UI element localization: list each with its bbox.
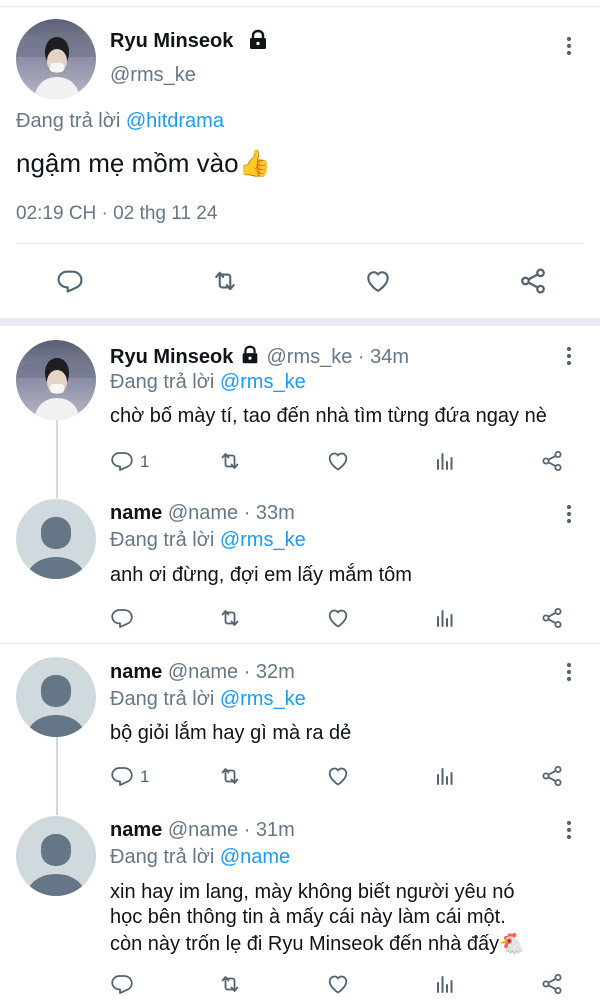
author-name[interactable]: Ryu Minseok	[110, 346, 233, 368]
reply-header: name @name · 31m	[110, 819, 295, 842]
thread-line	[56, 420, 58, 498]
thread-line	[56, 737, 58, 815]
share-icon[interactable]	[518, 266, 548, 296]
like-icon[interactable]	[326, 764, 350, 788]
reply-text-line: xin hay im lang, mày không biết người yê…	[110, 881, 515, 903]
analytics-icon[interactable]	[433, 764, 457, 788]
replying-to-line: Đang trả lời @name	[110, 846, 290, 869]
retweet-icon[interactable]	[210, 267, 240, 295]
replying-to-link[interactable]: @name	[220, 846, 290, 868]
replying-to-link[interactable]: @rms_ke	[220, 371, 306, 393]
author-handle[interactable]: @rms_ke	[266, 346, 352, 368]
retweet-icon[interactable]	[218, 972, 242, 996]
reply-time: · 32m	[243, 661, 295, 683]
retweet-icon[interactable]	[218, 764, 242, 788]
divider	[16, 243, 584, 244]
reply-icon[interactable]	[110, 449, 134, 473]
reply-count: 1	[140, 452, 150, 471]
avatar[interactable]	[16, 657, 96, 737]
replying-prefix: Đang trả lời	[110, 688, 215, 710]
more-options-icon[interactable]	[557, 344, 581, 368]
section-divider	[0, 318, 600, 326]
author-handle[interactable]: @rms_ke	[110, 64, 196, 87]
replying-prefix: Đang trả lời	[110, 529, 215, 551]
reply-time: · 33m	[243, 502, 295, 524]
lock-icon	[239, 344, 261, 366]
reply-time: · 34m	[357, 346, 410, 368]
avatar[interactable]	[16, 340, 96, 420]
analytics-icon[interactable]	[433, 449, 457, 473]
more-options-icon[interactable]	[557, 660, 581, 684]
more-options-icon[interactable]	[557, 502, 581, 526]
author-name[interactable]: Ryu Minseok	[110, 30, 233, 53]
reply-icon[interactable]	[110, 972, 134, 996]
replying-to-line: Đang trả lời @hitdrama	[16, 110, 224, 133]
retweet-icon[interactable]	[218, 449, 242, 473]
tweet-text: ngậm mẹ mồm vào👍	[16, 148, 271, 178]
analytics-icon[interactable]	[433, 972, 457, 996]
replying-to-line: Đang trả lời @rms_ke	[110, 688, 306, 711]
reply-count: 1	[140, 767, 150, 786]
more-options-icon[interactable]	[557, 34, 581, 58]
replying-to-link[interactable]: @rms_ke	[220, 529, 306, 551]
share-icon[interactable]	[540, 449, 564, 473]
divider	[0, 643, 600, 644]
tweet-timestamp[interactable]: 02:19 CH · 02 thg 11 24	[16, 203, 217, 225]
replying-prefix: Đang trả lời	[110, 846, 215, 868]
reply-header: name @name · 32m	[110, 661, 295, 684]
reply-text: bộ giỏi lắm hay gì mà ra dẻ	[110, 722, 352, 744]
avatar[interactable]	[16, 499, 96, 579]
reply-header: Ryu Minseok @rms_ke · 34m	[110, 344, 409, 369]
top-divider	[0, 6, 600, 7]
replying-prefix: Đang trả lời	[110, 371, 215, 393]
retweet-icon[interactable]	[218, 606, 242, 630]
reply-time: · 31m	[243, 819, 295, 841]
avatar[interactable]	[16, 816, 96, 896]
share-icon[interactable]	[540, 764, 564, 788]
reply-header: name @name · 33m	[110, 502, 295, 525]
author-name[interactable]: name	[110, 819, 162, 841]
like-icon[interactable]	[326, 449, 350, 473]
like-icon[interactable]	[326, 606, 350, 630]
replying-to-line: Đang trả lời @rms_ke	[110, 371, 306, 394]
reply-text: chờ bố mày tí, tao đến nhà tìm từng đứa …	[110, 405, 547, 427]
author-handle[interactable]: @name	[168, 819, 238, 841]
author-name[interactable]: name	[110, 661, 162, 683]
reply-text-line: còn này trốn lẹ đi Ryu Minseok đến nhà đ…	[110, 933, 525, 955]
like-icon[interactable]	[326, 972, 350, 996]
author-handle[interactable]: @name	[168, 502, 238, 524]
reply-text: anh ơi đừng, đợi em lấy mắm tôm	[110, 564, 412, 586]
reply-icon[interactable]	[110, 764, 134, 788]
replying-to-line: Đang trả lời @rms_ke	[110, 529, 306, 552]
share-icon[interactable]	[540, 606, 564, 630]
lock-icon	[246, 28, 270, 52]
reply-icon[interactable]	[56, 267, 84, 295]
reply-icon[interactable]	[110, 606, 134, 630]
analytics-icon[interactable]	[433, 606, 457, 630]
replying-to-link[interactable]: @hitdrama	[126, 110, 224, 132]
avatar[interactable]	[16, 19, 96, 99]
share-icon[interactable]	[540, 972, 564, 996]
author-handle[interactable]: @name	[168, 661, 238, 683]
replying-to-link[interactable]: @rms_ke	[220, 688, 306, 710]
reply-text-line: học bên thông tin à mấy cái này làm cái …	[110, 906, 506, 928]
like-icon[interactable]	[363, 267, 393, 295]
author-name[interactable]: name	[110, 502, 162, 524]
replying-prefix: Đang trả lời	[16, 110, 121, 132]
more-options-icon[interactable]	[557, 818, 581, 842]
